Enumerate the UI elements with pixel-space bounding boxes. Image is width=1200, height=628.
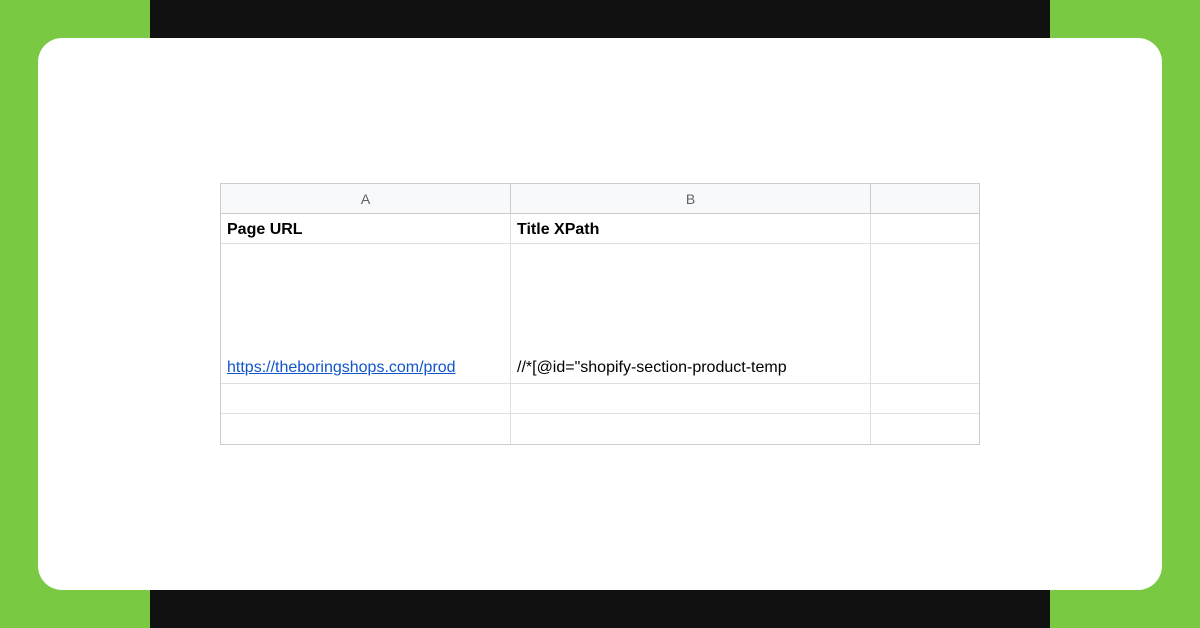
- cell-b3[interactable]: [511, 384, 871, 413]
- cell-c2[interactable]: [871, 244, 979, 383]
- column-header-row: A B: [221, 184, 979, 214]
- cell-b2[interactable]: //*[@id="shopify-section-product-temp: [511, 244, 871, 383]
- spreadsheet[interactable]: A B Page URL Title XPath https://thebori…: [220, 183, 980, 445]
- cell-a3[interactable]: [221, 384, 511, 413]
- data-row-4: [221, 414, 979, 444]
- cell-a1[interactable]: Page URL: [221, 214, 511, 243]
- column-header-c[interactable]: [871, 184, 979, 213]
- data-row-3: [221, 384, 979, 414]
- cell-c4[interactable]: [871, 414, 979, 444]
- cell-b4[interactable]: [511, 414, 871, 444]
- cell-a4[interactable]: [221, 414, 511, 444]
- column-header-a[interactable]: A: [221, 184, 511, 213]
- cell-c1[interactable]: [871, 214, 979, 243]
- cell-a2[interactable]: https://theboringshops.com/prod: [221, 244, 511, 383]
- header-row: Page URL Title XPath: [221, 214, 979, 244]
- content-card: A B Page URL Title XPath https://thebori…: [38, 38, 1162, 590]
- column-header-b[interactable]: B: [511, 184, 871, 213]
- cell-b1[interactable]: Title XPath: [511, 214, 871, 243]
- cell-c3[interactable]: [871, 384, 979, 413]
- data-row-2: https://theboringshops.com/prod //*[@id=…: [221, 244, 979, 384]
- url-link[interactable]: https://theboringshops.com/prod: [227, 359, 456, 377]
